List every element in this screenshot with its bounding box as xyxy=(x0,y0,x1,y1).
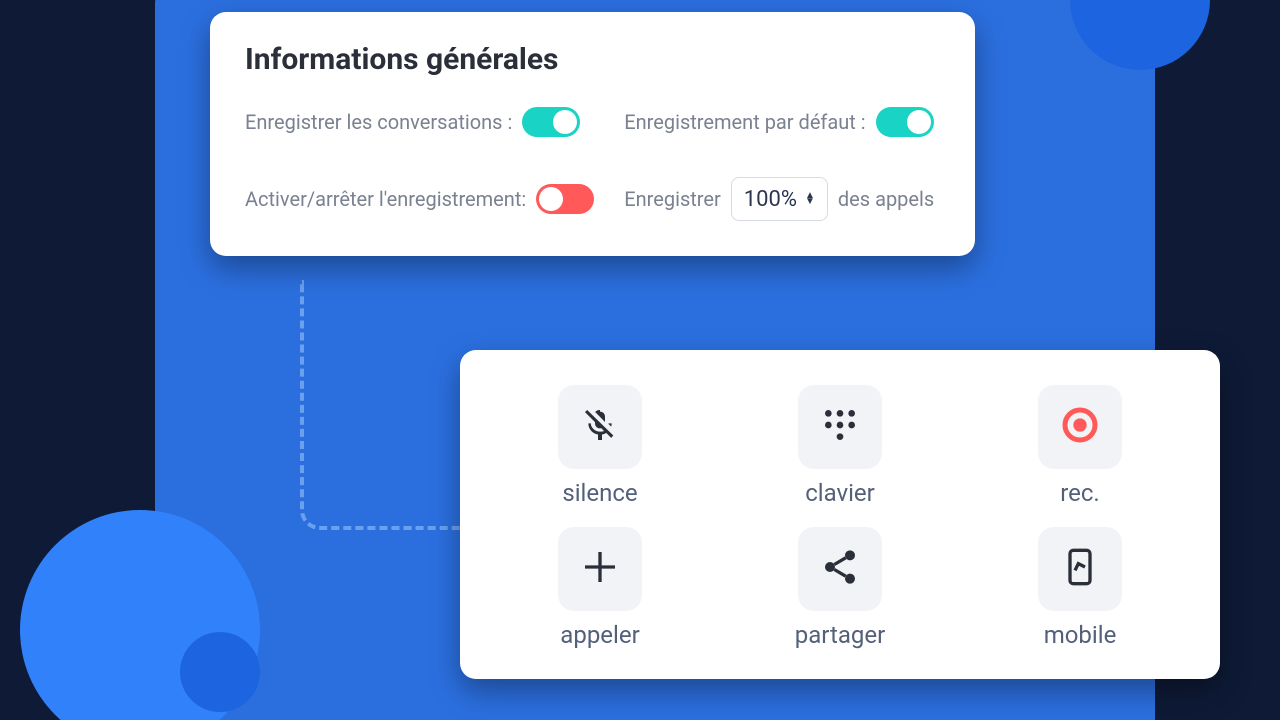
setting-label: Activer/arrêter l'enregistrement: xyxy=(245,187,526,211)
settings-title: Informations générales xyxy=(245,42,940,77)
action-clavier: clavier xyxy=(798,385,882,507)
toggle-record-conversations[interactable] xyxy=(522,107,580,137)
setting-label: Enregistrement par défaut : xyxy=(624,110,865,134)
action-label: silence xyxy=(562,479,637,507)
action-silence: silence xyxy=(558,385,642,507)
clavier-button[interactable] xyxy=(798,385,882,469)
record-percent-suffix: des appels xyxy=(838,187,934,211)
toggle-default-recording[interactable] xyxy=(876,107,934,137)
toggle-activate-recording[interactable] xyxy=(536,184,594,214)
mobile-button[interactable] xyxy=(1038,527,1122,611)
toggle-knob xyxy=(539,187,563,211)
action-mobile: mobile xyxy=(1038,527,1122,649)
setting-label: Enregistrer les conversations : xyxy=(245,110,512,134)
action-label: partager xyxy=(795,621,886,649)
call-actions-card: silence clavier rec. xyxy=(460,350,1220,679)
toggle-knob xyxy=(553,110,577,134)
silence-button[interactable] xyxy=(558,385,642,469)
setting-record-conversations: Enregistrer les conversations : xyxy=(245,107,594,137)
action-label: clavier xyxy=(805,479,875,507)
setting-record-percent: Enregistrer 100% ▲▼ des appels xyxy=(624,177,940,221)
mobile-icon xyxy=(1060,547,1100,591)
action-label: mobile xyxy=(1044,621,1117,649)
setting-default-recording: Enregistrement par défaut : xyxy=(624,107,940,137)
record-percent-prefix: Enregistrer xyxy=(624,187,721,211)
action-appeler: appeler xyxy=(558,527,642,649)
select-arrows-icon: ▲▼ xyxy=(805,193,815,205)
setting-toggle-recording: Activer/arrêter l'enregistrement: xyxy=(245,184,594,214)
keypad-icon xyxy=(820,405,860,449)
plus-icon xyxy=(580,547,620,591)
action-rec: rec. xyxy=(1038,385,1122,507)
action-partager: partager xyxy=(795,527,886,649)
record-percent-select[interactable]: 100% ▲▼ xyxy=(731,177,828,221)
mic-off-icon xyxy=(580,405,620,449)
appeler-button[interactable] xyxy=(558,527,642,611)
share-icon xyxy=(820,547,860,591)
toggle-knob xyxy=(907,110,931,134)
action-label: rec. xyxy=(1060,479,1100,507)
action-label: appeler xyxy=(560,621,639,649)
decorative-circle xyxy=(180,632,260,712)
rec-button[interactable] xyxy=(1038,385,1122,469)
settings-card: Informations générales Enregistrer les c… xyxy=(210,12,975,256)
partager-button[interactable] xyxy=(798,527,882,611)
record-percent-value: 100% xyxy=(744,187,797,212)
record-icon xyxy=(1060,405,1100,449)
